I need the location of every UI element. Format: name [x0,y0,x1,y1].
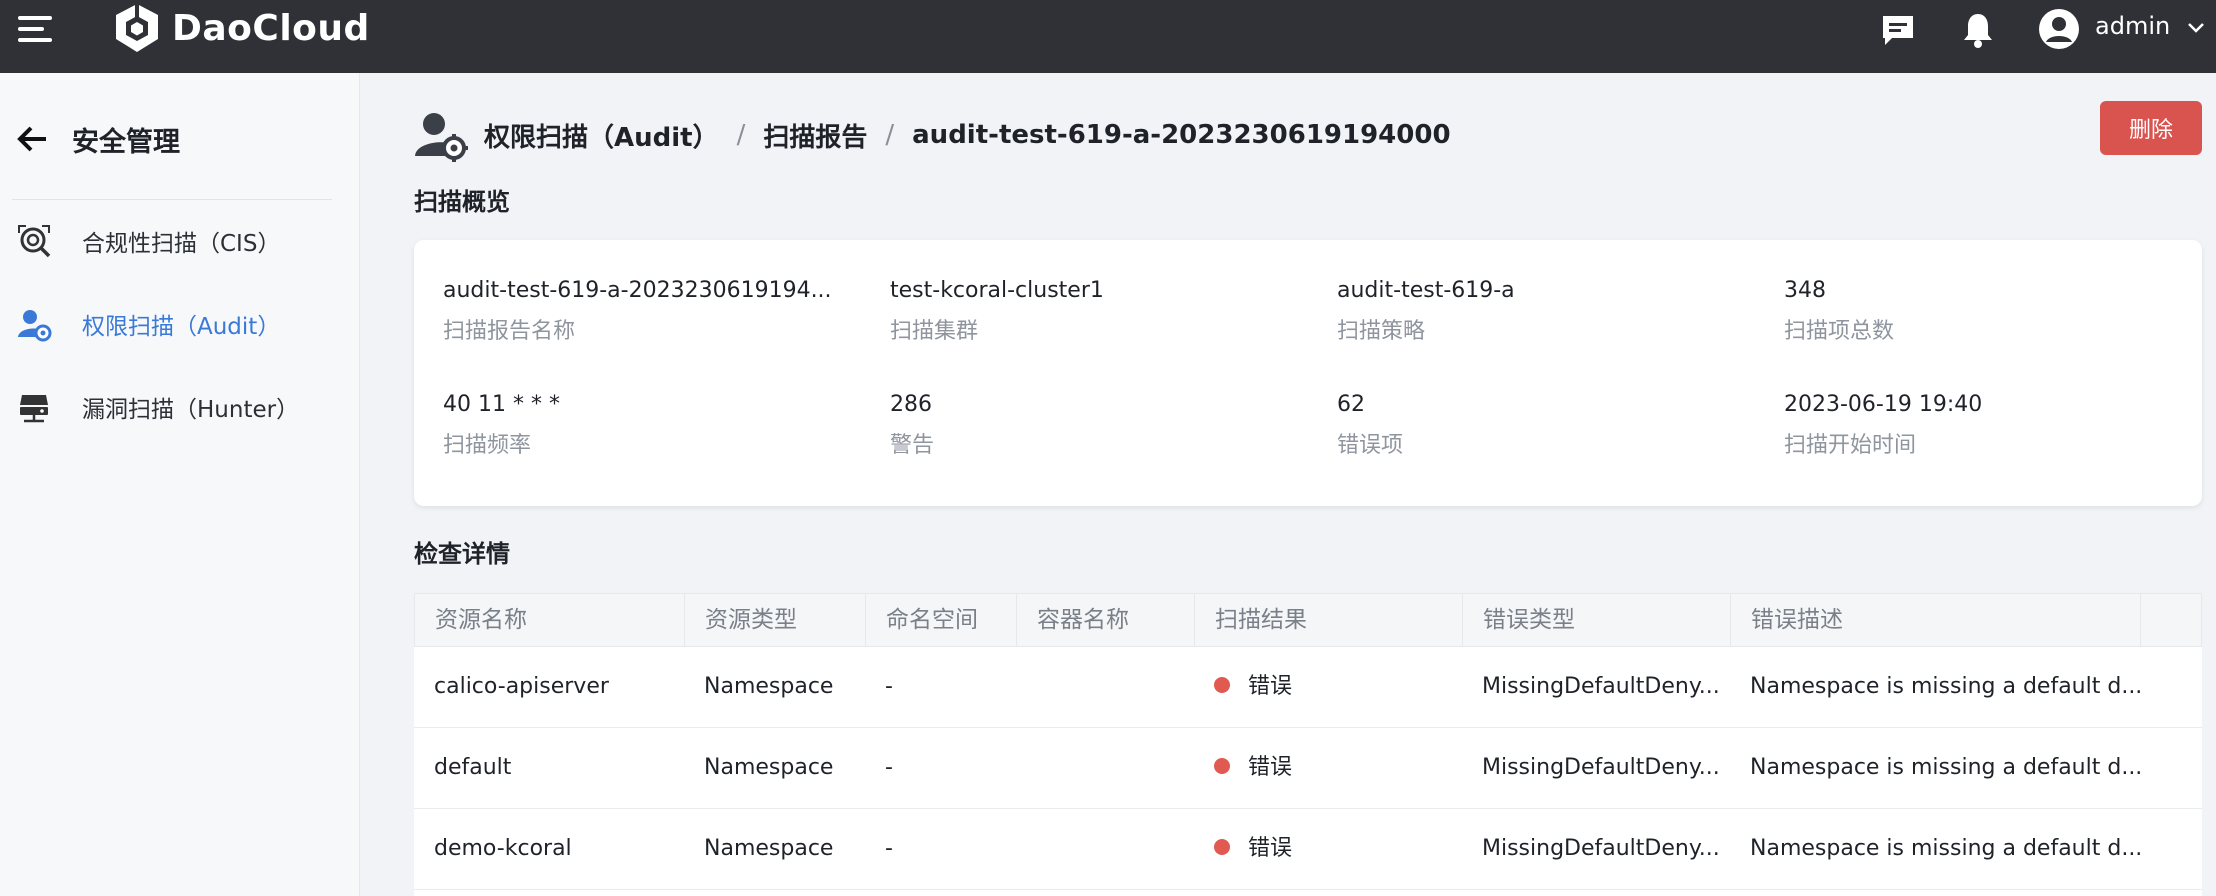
resource-name: calico-apiserver [434,674,609,699]
warning-label: 警告 [890,433,935,458]
sidebar-item-label: 权限扫描（Audit） [82,314,281,340]
overview-title: 扫描概览 [414,188,510,216]
brand-name: DaoCloud [172,7,370,49]
error-type: MissingDefaultDeny... [1482,836,1720,861]
sidebar: 安全管理 合规性扫描（CIS） 权限扫描（Audit） 漏洞扫描（Hunter） [0,73,360,896]
details-title: 检查详情 [414,540,510,568]
scan-result: 错误 [1194,728,1462,808]
sidebar-divider [12,199,332,200]
container-name [1016,647,1194,727]
breadcrumb-separator: / [736,120,746,150]
sidebar-header: 安全管理 [14,117,180,161]
frequency-label: 扫描频率 [443,433,532,458]
namespace: - [885,755,893,780]
namespace: - [885,836,893,861]
column-header[interactable]: 资源类型 [685,594,866,646]
frequency-value: 40 11 * * * [443,392,560,417]
total-items-value: 348 [1784,278,1826,303]
delete-button[interactable]: 删除 [2100,101,2202,155]
bell-icon[interactable] [1958,10,1998,50]
overview-field: test-kcoral-cluster1 扫描集群 [890,278,1290,345]
sidebar-item-audit[interactable]: 权限扫描（Audit） [14,299,280,349]
main-content: 权限扫描（Audit） / 扫描报告 / audit-test-619-a-20… [360,73,2216,896]
column-header[interactable]: 资源名称 [415,594,685,646]
overview-field: 40 11 * * * 扫描频率 [443,392,843,459]
overview-card: audit-test-619-a-2023230619194... 扫描报告名称… [414,240,2202,506]
column-header[interactable]: 命名空间 [866,594,1017,646]
report-name-value: audit-test-619-a-2023230619194... [443,278,832,303]
breadcrumb: 权限扫描（Audit） / 扫描报告 / audit-test-619-a-20… [412,105,1451,165]
overview-field: 2023-06-19 19:40 扫描开始时间 [1784,392,2184,459]
column-header[interactable]: 错误类型 [1463,594,1731,646]
sidebar-item-label: 合规性扫描（CIS） [82,231,281,257]
warning-value: 286 [890,392,932,417]
namespace: - [885,674,893,699]
table-row[interactable]: demo-kcoral Namespace - 错误 MissingDefaul… [414,809,2202,890]
report-name-label: 扫描报告名称 [443,319,576,344]
overview-field: 348 扫描项总数 [1784,278,2184,345]
scan-result-label: 错误 [1248,674,1293,699]
logo[interactable]: DaoCloud [112,0,370,56]
sidebar-item-cis[interactable]: 合规性扫描（CIS） [14,216,280,266]
scan-result-label: 错误 [1248,755,1293,780]
top-bar: DaoCloud admin [0,0,2216,73]
overview-field: 62 错误项 [1337,392,1737,459]
scan-result: 错误 [1194,647,1462,727]
breadcrumb-separator: / [885,120,895,150]
resource-type: Namespace [704,755,834,780]
error-description: Namespace is missing a default d... [1750,755,2140,780]
error-status-dot [1214,839,1230,855]
container-name [1016,809,1194,889]
error-description: Namespace is missing a default d... [1750,836,2140,861]
resource-name: demo-kcoral [434,836,572,861]
back-arrow-icon[interactable] [14,121,50,157]
total-items-label: 扫描项总数 [1784,319,1895,344]
overview-field: 286 警告 [890,392,1290,459]
error-description: Namespace is missing a default d... [1750,674,2140,699]
resource-type: Namespace [704,674,834,699]
details-table: 资源名称 资源类型 命名空间 容器名称 扫描结果 错误类型 错误描述 calic… [414,593,2202,896]
column-header[interactable]: 错误描述 [1731,594,2141,646]
menu-icon[interactable] [18,14,54,44]
resource-name: default [434,755,512,780]
overview-field: audit-test-619-a 扫描策略 [1337,278,1737,345]
message-icon[interactable] [1878,10,1918,50]
column-header[interactable]: 容器名称 [1017,594,1195,646]
policy-label: 扫描策略 [1337,319,1426,344]
avatar-icon[interactable] [2038,8,2080,50]
error-type: MissingDefaultDeny... [1482,755,1720,780]
scan-result-label: 错误 [1248,836,1293,861]
user-gear-icon [415,113,468,162]
sidebar-title: 安全管理 [72,126,180,158]
error-count-value: 62 [1337,392,1365,417]
table-header: 资源名称 资源类型 命名空间 容器名称 扫描结果 错误类型 错误描述 [414,593,2202,647]
overview-field: audit-test-619-a-2023230619194... 扫描报告名称 [443,278,843,345]
scan-result: 错误 [1194,809,1462,889]
column-header[interactable]: 扫描结果 [1195,594,1463,646]
error-count-label: 错误项 [1337,433,1404,458]
error-status-dot [1214,758,1230,774]
cluster-value: test-kcoral-cluster1 [890,278,1104,303]
resource-type: Namespace [704,836,834,861]
table-row[interactable]: calico-apiserver Namespace - 错误 MissingD… [414,647,2202,728]
start-time-label: 扫描开始时间 [1784,433,1917,458]
start-time-value: 2023-06-19 19:40 [1784,392,1983,417]
cluster-label: 扫描集群 [890,319,979,344]
breadcrumb-audit[interactable]: 权限扫描（Audit） [484,117,719,154]
scan-search-icon [18,225,51,258]
sidebar-item-label: 漏洞扫描（Hunter） [82,397,300,423]
table-row[interactable]: default Namespace - 错误 MissingDefaultDen… [414,728,2202,809]
breadcrumb-report[interactable]: 扫描报告 [763,117,867,154]
chevron-down-icon[interactable] [2186,20,2206,36]
user-name[interactable]: admin [2095,12,2170,40]
container-name [1016,728,1194,808]
policy-value: audit-test-619-a [1337,278,1515,303]
breadcrumb-current: audit-test-619-a-2023230619194000 [912,120,1451,150]
sidebar-item-hunter[interactable]: 漏洞扫描（Hunter） [14,382,299,432]
daocloud-logo-icon [116,2,158,52]
user-gear-icon [18,310,52,342]
error-status-dot [1214,677,1230,693]
error-type: MissingDefaultDeny... [1482,674,1720,699]
server-icon [20,395,48,423]
